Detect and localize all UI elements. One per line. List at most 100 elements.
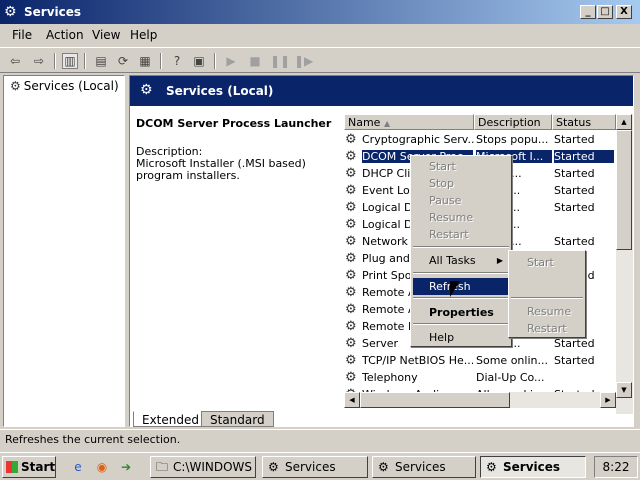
- scroll-thumb[interactable]: [616, 130, 632, 250]
- gears-icon: ⚙: [345, 217, 357, 232]
- scroll-down-icon[interactable]: ▼: [616, 382, 632, 398]
- cell-name: Telephony: [362, 371, 474, 384]
- minimize-button[interactable]: _: [580, 5, 596, 19]
- gears-icon: ⚙: [10, 79, 21, 93]
- console-icon[interactable]: ▣: [190, 52, 208, 70]
- task-services-active[interactable]: ⚙ Services: [480, 456, 586, 478]
- submenu-arrow-icon: ▶: [496, 256, 503, 265]
- service-name: DCOM Server Process Launcher: [136, 117, 332, 130]
- pause-icon[interactable]: ❚❚: [270, 52, 290, 70]
- firefox-quicklaunch-icon[interactable]: ◉: [94, 459, 110, 475]
- menu-bar: File Action View Help: [0, 25, 640, 45]
- cell-name-text: Cryptographic Serv...: [362, 133, 474, 146]
- menu-action[interactable]: Action: [46, 28, 84, 42]
- menu-help[interactable]: Help: [130, 28, 157, 42]
- context-item-start[interactable]: Start: [413, 158, 509, 175]
- submenu-item-restart[interactable]: Restart: [511, 320, 583, 337]
- cell-name: Cryptographic Serv...: [362, 133, 474, 146]
- menu-separator: [413, 323, 509, 325]
- description-text: Microsoft Installer (.MSI based) program…: [136, 157, 306, 182]
- cell-status: Started: [554, 354, 595, 367]
- column-header-name[interactable]: Name ▲: [344, 114, 474, 130]
- cell-description: Stops popu...: [476, 133, 549, 146]
- stop-icon[interactable]: ■: [246, 52, 264, 70]
- properties-icon[interactable]: ▤: [92, 52, 110, 70]
- status-bar: Refreshes the current selection.: [0, 429, 640, 449]
- table-row[interactable]: ⚙ Cryptographic Serv... Stops popu... Start…: [344, 131, 616, 148]
- context-item-help[interactable]: Help: [413, 329, 509, 346]
- scroll-left-icon[interactable]: ◀: [344, 392, 360, 408]
- context-item-pause[interactable]: Pause: [413, 192, 509, 209]
- table-row[interactable]: ⚙ Telephony Dial-Up Co...: [344, 369, 616, 386]
- title-bar[interactable]: ⚙ Services _ □ X: [0, 0, 640, 24]
- status-text: Refreshes the current selection.: [5, 433, 181, 446]
- cell-status: Started: [554, 201, 595, 214]
- cell-status: Started: [554, 133, 595, 146]
- folder-icon: 🗀: [156, 460, 169, 474]
- back-arrow-icon[interactable]: ⇦: [6, 52, 24, 70]
- start-button[interactable]: Start: [2, 456, 56, 478]
- context-item-all-tasks[interactable]: All Tasks ▶: [413, 252, 509, 269]
- help-icon[interactable]: ?: [168, 52, 186, 70]
- scroll-up-icon[interactable]: ▲: [616, 114, 632, 130]
- cell-description: Dial-Up Co...: [476, 371, 545, 384]
- task-label: C:\WINDOWS: [173, 460, 253, 474]
- cell-name-text: Event Log: [362, 184, 417, 197]
- gears-icon: ⚙: [345, 268, 357, 283]
- task-services-1[interactable]: ⚙ Services: [262, 456, 368, 478]
- restart-icon[interactable]: ❚▶: [294, 52, 313, 70]
- cell-description: Some onlin...: [476, 354, 548, 367]
- task-services-2[interactable]: ⚙ Services: [372, 456, 476, 478]
- menu-file[interactable]: File: [12, 28, 32, 42]
- column-header-status[interactable]: Status: [552, 114, 616, 130]
- services-window: ⚙ Services _ □ X File Action View Help ⇦…: [0, 0, 640, 480]
- pane-header-title: Services (Local): [166, 84, 274, 98]
- tab-extended[interactable]: Extended: [133, 411, 208, 427]
- context-item-restart[interactable]: Restart: [413, 226, 509, 243]
- maximize-button[interactable]: □: [597, 5, 613, 19]
- forward-arrow-icon[interactable]: ⇨: [30, 52, 48, 70]
- cell-name-text: Telephony: [362, 371, 418, 384]
- gears-icon: ⚙: [345, 370, 357, 385]
- gears-icon: ⚙: [268, 460, 279, 474]
- gears-icon: ⚙: [345, 302, 357, 317]
- context-item-properties[interactable]: Properties: [413, 304, 509, 321]
- play-icon[interactable]: ▶: [222, 52, 240, 70]
- tab-standard[interactable]: Standard: [201, 411, 274, 427]
- menu-view[interactable]: View: [92, 28, 120, 42]
- services-gear-icon: ⚙: [4, 4, 17, 20]
- start-label: Start: [21, 460, 56, 474]
- context-item-refresh[interactable]: Refresh: [413, 278, 509, 295]
- system-clock[interactable]: 8:22: [594, 456, 638, 478]
- header-tab-curve: [337, 106, 633, 114]
- gears-icon: ⚙: [345, 285, 357, 300]
- gears-icon: ⚙: [486, 460, 497, 474]
- vertical-scrollbar[interactable]: ▲ ▼: [616, 114, 633, 414]
- show-desktop-icon[interactable]: ➔: [118, 459, 134, 475]
- submenu-item-resume[interactable]: Resume: [511, 303, 583, 320]
- export-list-icon[interactable]: ▦: [136, 52, 154, 70]
- close-button[interactable]: X: [616, 5, 632, 19]
- table-row[interactable]: ⚙ TCP/IP NetBIOS He... Some onlin... Starte…: [344, 352, 616, 369]
- gears-icon: ⚙: [345, 353, 357, 368]
- gears-icon: ⚙: [378, 460, 389, 474]
- toolbar-separator: [160, 53, 162, 69]
- menu-separator: [413, 297, 509, 299]
- context-item-resume[interactable]: Resume: [413, 209, 509, 226]
- menu-separator: [511, 297, 583, 299]
- gears-icon: ⚙: [345, 149, 357, 164]
- show-tree-icon[interactable]: ▥: [62, 53, 78, 69]
- gears-icon: ⚙: [345, 166, 357, 181]
- submenu-item-start[interactable]: Start: [511, 254, 583, 271]
- task-windows-folder[interactable]: 🗀 C:\WINDOWS: [150, 456, 256, 478]
- tree-item-services-local[interactable]: ⚙ Services (Local): [10, 79, 119, 93]
- horizontal-scrollbar[interactable]: ◀ ▶: [344, 392, 616, 408]
- menu-separator: [413, 246, 509, 248]
- toolbar-separator: [84, 53, 86, 69]
- refresh-icon[interactable]: ⟳: [114, 52, 132, 70]
- hscroll-thumb[interactable]: [360, 392, 510, 408]
- column-header-description[interactable]: Description: [474, 114, 552, 130]
- context-item-stop[interactable]: Stop: [413, 175, 509, 192]
- scroll-right-icon[interactable]: ▶: [600, 392, 616, 408]
- ie-quicklaunch-icon[interactable]: e: [70, 459, 86, 475]
